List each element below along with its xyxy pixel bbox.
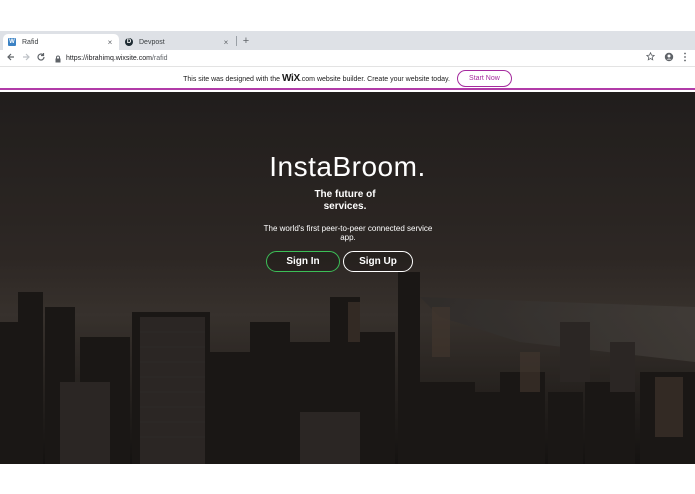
sign-up-button[interactable]: Sign Up	[343, 251, 413, 272]
wix-banner-text-after: .com website builder. Create your websit…	[299, 75, 450, 83]
reload-icon[interactable]	[35, 52, 47, 64]
start-now-button[interactable]: Start Now	[456, 69, 512, 87]
lock-icon	[54, 54, 62, 64]
tab-rafid[interactable]: W Rafid ×	[3, 34, 119, 50]
sign-in-button[interactable]: Sign In	[266, 251, 340, 272]
address-bar[interactable]: https://ibrahimq.wixsite.com/rafid	[54, 51, 634, 66]
wix-promo-banner: This site was designed with the WiX.com …	[0, 68, 695, 90]
forward-arrow-icon[interactable]	[20, 52, 32, 64]
devpost-icon: D	[125, 38, 133, 46]
wix-banner-text-before: This site was designed with the	[183, 75, 280, 83]
bookmark-star-icon[interactable]	[644, 51, 656, 64]
menu-kebab-icon[interactable]	[679, 52, 691, 64]
tab-label: Rafid	[22, 38, 39, 46]
hero-subtitle: The future of services.	[314, 189, 376, 212]
hero-title: InstaBroom.	[269, 151, 426, 182]
city-skyline-background	[0, 92, 695, 464]
back-arrow-icon[interactable]	[5, 52, 17, 64]
tab-separator	[236, 36, 237, 46]
browser-toolbar: https://ibrahimq.wixsite.com/rafid	[0, 50, 695, 67]
hero-description: The world's first peer-to-peer connected…	[263, 224, 433, 242]
screen-top-margin	[0, 0, 695, 31]
wix-banner-text: This site was designed with the WiX.com …	[183, 73, 450, 84]
wix-icon: W	[8, 38, 16, 46]
url-path: /rafid	[151, 55, 168, 62]
screen-bottom-margin	[0, 464, 695, 494]
tab-label: Devpost	[139, 38, 165, 46]
wix-logo: WiX	[281, 72, 300, 84]
close-tab-icon[interactable]: ×	[221, 38, 231, 47]
hero-section: InstaBroom. The future of services. The …	[0, 92, 695, 464]
account-icon[interactable]	[663, 52, 675, 64]
new-tab-button[interactable]: +	[241, 34, 251, 48]
url-host: https://ibrahimq.wixsite.com	[66, 55, 152, 62]
close-tab-icon[interactable]: ×	[105, 38, 115, 47]
browser-tab-strip: W Rafid × D Devpost ×	[0, 31, 695, 50]
tab-devpost[interactable]: D Devpost ×	[120, 34, 235, 50]
